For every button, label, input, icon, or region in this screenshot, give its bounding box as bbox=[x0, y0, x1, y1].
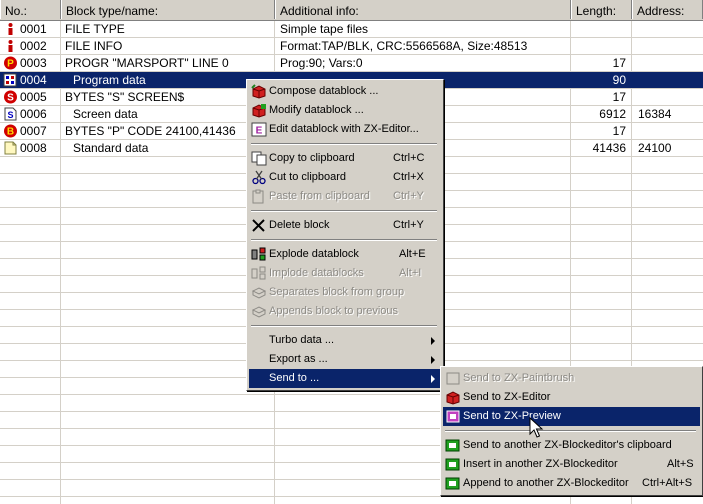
block-length: 17 bbox=[612, 90, 626, 104]
explode-icon bbox=[251, 247, 266, 261]
block-address bbox=[638, 123, 702, 139]
preview-icon bbox=[446, 410, 460, 423]
menu-item-send-to[interactable]: Send to ... bbox=[249, 369, 441, 388]
compose-icon bbox=[251, 84, 266, 99]
send-to-submenu: Send to ZX-Paintbrush Send to ZX-Editor … bbox=[440, 366, 703, 496]
submenu-arrow-icon bbox=[431, 375, 435, 383]
info-icon bbox=[8, 40, 13, 52]
blockeditor-icon bbox=[445, 477, 460, 490]
screen-header-icon: S bbox=[4, 90, 17, 104]
menu-item-explode-datablock[interactable]: Explode datablock Alt+E bbox=[249, 245, 441, 264]
column-header-no[interactable]: No.: bbox=[0, 0, 61, 19]
block-length bbox=[574, 38, 626, 54]
svg-text:P: P bbox=[7, 59, 14, 70]
program-data-icon bbox=[3, 73, 17, 87]
block-length: 90 bbox=[612, 73, 626, 87]
menu-item-compose-datablock[interactable]: Compose datablock ... bbox=[249, 82, 441, 101]
scissors-icon bbox=[252, 170, 266, 185]
bytes-header-icon: B bbox=[4, 124, 17, 138]
block-address: 24100 bbox=[638, 141, 672, 155]
block-type: PROGR "MARSPORT" LINE 0 bbox=[65, 56, 229, 70]
menu-item-delete-block[interactable]: Delete block Ctrl+Y bbox=[249, 216, 441, 235]
submenu-item-append-to-another-blockeditor[interactable]: Append to another ZX-Blockeditor Ctrl+Al… bbox=[443, 474, 700, 493]
paintbrush-icon bbox=[446, 372, 460, 385]
block-length bbox=[574, 21, 626, 37]
block-info: Prog:90; Vars:0 bbox=[280, 56, 363, 70]
row-number: 0001 bbox=[20, 22, 47, 36]
submenu-item-send-to-zx-preview[interactable]: Send to ZX-Preview bbox=[443, 407, 700, 426]
svg-text:S: S bbox=[7, 93, 14, 104]
block-address bbox=[638, 38, 702, 54]
copy-icon bbox=[251, 151, 267, 166]
svg-text:B: B bbox=[7, 127, 14, 138]
modify-icon bbox=[252, 104, 266, 118]
column-header-additional-info[interactable]: Additional info: bbox=[275, 0, 571, 19]
screen-data-icon: S bbox=[4, 107, 17, 121]
column-header-block-type[interactable]: Block type/name: bbox=[61, 0, 275, 19]
block-info: Format:TAP/BLK, CRC:5566568A, Size:48513 bbox=[280, 39, 528, 53]
block-address bbox=[638, 55, 702, 71]
zx-editor-icon: E bbox=[251, 122, 267, 137]
menu-item-cut-to-clipboard[interactable]: Cut to clipboard Ctrl+X bbox=[249, 168, 441, 187]
mouse-pointer-icon bbox=[529, 417, 544, 438]
submenu-item-send-to-another-clipboard[interactable]: Send to another ZX-Blockeditor's clipboa… bbox=[443, 436, 700, 455]
row-number: 0004 bbox=[20, 73, 47, 87]
block-address bbox=[638, 89, 702, 105]
submenu-item-send-to-zx-editor[interactable]: Send to ZX-Editor bbox=[443, 388, 700, 407]
blockeditor-icon bbox=[445, 458, 460, 471]
menu-item-export-as[interactable]: Export as ... bbox=[249, 350, 441, 369]
block-info: Simple tape files bbox=[280, 22, 369, 36]
block-length: 17 bbox=[612, 56, 626, 70]
table-row[interactable]: 0001 FILE TYPE Simple tape files bbox=[0, 21, 703, 38]
submenu-arrow-icon bbox=[431, 356, 435, 364]
submenu-item-send-to-zx-paintbrush[interactable]: Send to ZX-Paintbrush bbox=[443, 369, 700, 388]
context-menu: Compose datablock ... Modify datablock .… bbox=[246, 79, 444, 391]
delete-icon bbox=[252, 219, 265, 232]
block-address bbox=[638, 21, 702, 37]
menu-item-turbo-data[interactable]: Turbo data ... bbox=[249, 331, 441, 350]
row-number: 0003 bbox=[20, 56, 47, 70]
paste-icon bbox=[252, 189, 264, 204]
block-address: 16384 bbox=[638, 107, 672, 121]
svg-text:E: E bbox=[256, 126, 263, 137]
info-icon bbox=[8, 23, 13, 35]
separate-icon bbox=[251, 287, 267, 299]
block-type: BYTES "S" SCREEN$ bbox=[65, 90, 185, 104]
block-length: 6912 bbox=[599, 107, 626, 121]
block-type: BYTES "P" CODE 24100,41436 bbox=[65, 124, 236, 138]
blockeditor-icon bbox=[445, 439, 460, 452]
column-header-bar: No.: Block type/name: Additional info: L… bbox=[0, 0, 703, 21]
table-row[interactable]: P 0003 PROGR "MARSPORT" LINE 0 Prog:90; … bbox=[0, 55, 703, 72]
column-header-address[interactable]: Address: bbox=[632, 0, 703, 19]
implode-icon bbox=[251, 266, 266, 280]
program-header-icon: P bbox=[4, 56, 17, 70]
row-number: 0006 bbox=[20, 107, 47, 121]
block-length: 17 bbox=[612, 124, 626, 138]
menu-item-implode-datablocks[interactable]: Implode datablocks Alt+I bbox=[249, 264, 441, 283]
svg-text:S: S bbox=[7, 110, 13, 120]
block-type: FILE TYPE bbox=[65, 22, 125, 36]
block-length: 41436 bbox=[592, 141, 626, 155]
column-header-length[interactable]: Length: bbox=[571, 0, 632, 19]
menu-item-copy-to-clipboard[interactable]: Copy to clipboard Ctrl+C bbox=[249, 149, 441, 168]
row-number: 0008 bbox=[20, 141, 47, 155]
zx-editor-icon bbox=[446, 391, 460, 405]
menu-item-modify-datablock[interactable]: Modify datablock ... bbox=[249, 101, 441, 120]
standard-data-icon bbox=[4, 141, 17, 155]
row-number: 0007 bbox=[20, 124, 47, 138]
block-type: FILE INFO bbox=[65, 39, 123, 53]
row-number: 0005 bbox=[20, 90, 47, 104]
submenu-item-insert-in-another-blockeditor[interactable]: Insert in another ZX-Blockeditor Alt+S bbox=[443, 455, 700, 474]
append-icon bbox=[251, 306, 267, 318]
row-number: 0002 bbox=[20, 39, 47, 53]
submenu-arrow-icon bbox=[431, 337, 435, 345]
menu-item-paste-from-clipboard[interactable]: Paste from clipboard Ctrl+Y bbox=[249, 187, 441, 206]
table-row[interactable]: 0002 FILE INFO Format:TAP/BLK, CRC:55665… bbox=[0, 38, 703, 55]
menu-item-edit-with-zx-editor[interactable]: E Edit datablock with ZX-Editor... bbox=[249, 120, 441, 139]
menu-item-separate-block[interactable]: Separates block from group bbox=[249, 283, 441, 302]
menu-item-append-block[interactable]: Appends block to previous bbox=[249, 302, 441, 321]
block-address bbox=[638, 72, 702, 88]
